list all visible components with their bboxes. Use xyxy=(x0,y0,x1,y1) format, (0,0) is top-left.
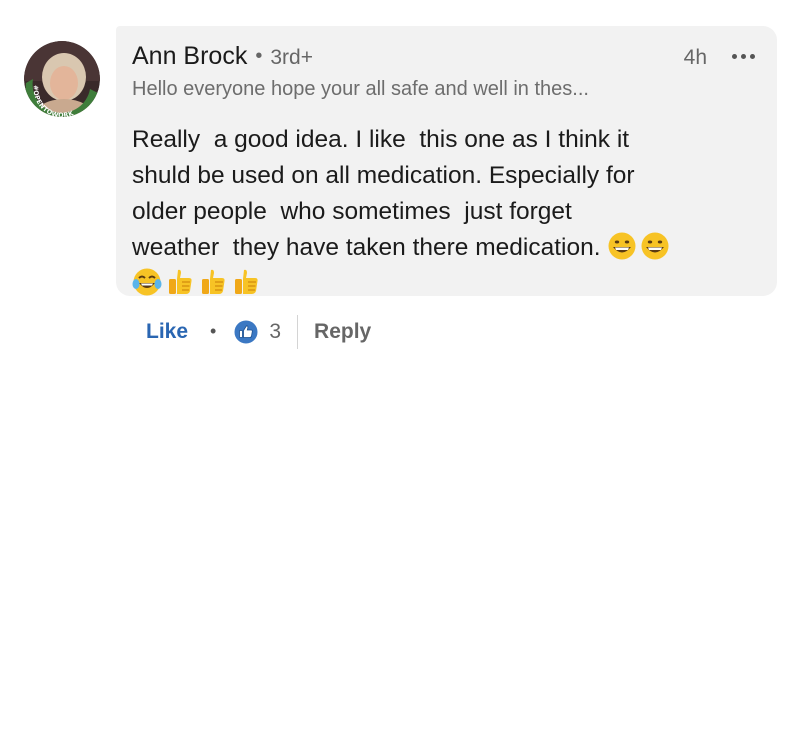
comment-text: Really a good idea. I like this one as I… xyxy=(132,126,635,261)
reply-button[interactable]: Reply xyxy=(314,320,371,344)
action-divider xyxy=(297,315,299,349)
thumbs-up-icon xyxy=(165,267,195,297)
grinning-face-icon xyxy=(640,231,670,261)
comment-timestamp: 4h xyxy=(683,46,707,69)
connection-degree: 3rd+ xyxy=(270,46,313,69)
action-separator: • xyxy=(210,320,217,341)
tears-of-joy-icon xyxy=(132,267,162,297)
author-info: Ann Brock • 3rd+ xyxy=(132,42,313,71)
author-name[interactable]: Ann Brock xyxy=(132,42,247,71)
author-headline: Hello everyone hope your all safe and we… xyxy=(132,78,589,100)
like-reaction-icon[interactable] xyxy=(233,319,259,345)
thumbs-up-icon xyxy=(231,267,261,297)
author-avatar[interactable]: #OPENTOWORK xyxy=(24,41,100,117)
reaction-count[interactable]: 3 xyxy=(269,320,281,344)
comment-body: Really a good idea. I like this one as I… xyxy=(132,122,757,302)
grinning-face-icon xyxy=(607,231,637,261)
more-options-icon[interactable] xyxy=(732,54,755,59)
comment-actions: Like • 3 Reply xyxy=(146,314,371,350)
like-button[interactable]: Like xyxy=(146,320,188,344)
name-degree-separator: • xyxy=(255,45,263,67)
thumbs-up-icon xyxy=(198,267,228,297)
comment-bubble: Ann Brock • 3rd+ 4h Hello everyone hope … xyxy=(116,26,777,296)
